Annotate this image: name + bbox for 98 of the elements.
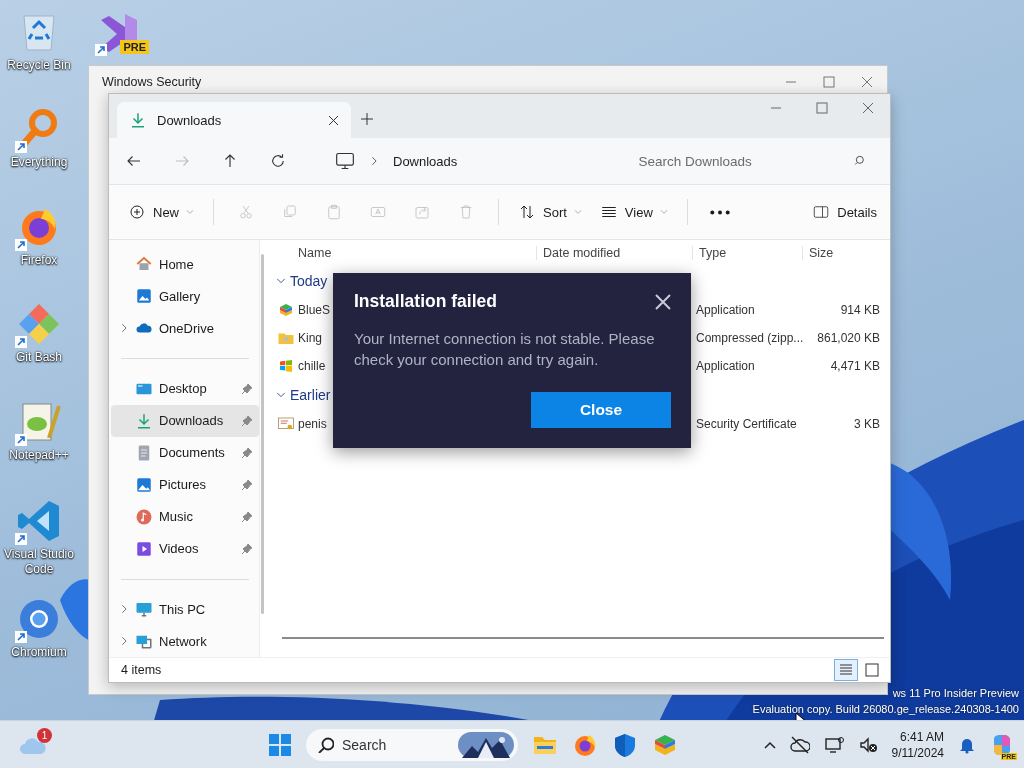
chevron-down-icon: [276, 276, 286, 286]
details-pane-icon: [812, 203, 831, 221]
search-icon: [318, 736, 334, 753]
chevron-down-icon: [276, 390, 286, 400]
pin-icon: [241, 542, 253, 555]
cloud-off-icon[interactable]: [789, 734, 810, 755]
chevron-right-icon: [369, 156, 379, 166]
file-name[interactable]: penis: [298, 417, 327, 431]
scissors-icon: [237, 203, 255, 221]
toolbar-button[interactable]: Details: [805, 195, 884, 229]
house-icon: [135, 255, 153, 273]
status-text: 4 items: [121, 663, 162, 677]
pin-icon: [241, 478, 253, 491]
sidebar-item[interactable]: OneDrive: [111, 312, 259, 344]
toolbar-button[interactable]: Sort: [511, 195, 589, 229]
column-header[interactable]: Name: [272, 246, 536, 260]
windows-flag-icon: [277, 357, 295, 375]
chevron-down-icon: [186, 208, 194, 216]
shield-icon[interactable]: [612, 731, 638, 758]
file-size: 4,471 KB: [829, 359, 881, 373]
sidebar-item[interactable]: Desktop: [111, 372, 259, 405]
file-type: Security Certificate: [695, 417, 798, 431]
time-text: 6:41 AM: [899, 728, 944, 745]
details-view-button[interactable]: [834, 659, 858, 681]
list-lines-icon: [838, 662, 854, 678]
new-tab-icon[interactable]: [361, 113, 373, 125]
pin-icon: [241, 414, 253, 427]
picture-icon: [135, 475, 153, 494]
file-name[interactable]: King: [298, 331, 323, 345]
column-header[interactable]: Date modified: [536, 246, 692, 260]
file-name[interactable]: chille: [298, 359, 326, 373]
music-note-icon: [135, 507, 153, 526]
clock[interactable]: 6:41 AM 9/11/2024: [891, 728, 944, 761]
toolbar-button[interactable]: New: [121, 195, 201, 229]
more-dots-icon: [708, 208, 731, 216]
breadcrumb-item[interactable]: Downloads: [393, 153, 458, 169]
sidebar-item[interactable]: Gallery: [111, 280, 259, 312]
speaker-muted-icon[interactable]: [857, 734, 878, 755]
sidebar-item[interactable]: Network: [111, 625, 259, 657]
file-name[interactable]: BlueS: [298, 303, 331, 317]
chevron-down-icon: [659, 208, 668, 216]
stacked-layers-icon: [277, 301, 295, 319]
sidebar-item[interactable]: Videos: [111, 532, 259, 565]
chevron-right-icon: [119, 636, 129, 646]
monitor-icon: [135, 600, 153, 618]
file-type: Compressed (zipp...: [695, 331, 805, 345]
close-icon[interactable]: [861, 76, 873, 88]
sort-arrows-icon: [518, 203, 536, 221]
sidebar-item[interactable]: Downloads: [111, 404, 259, 437]
file-size: 3 KB: [853, 417, 881, 431]
maximize-icon[interactable]: [823, 76, 835, 88]
download-arrow-icon: [135, 411, 153, 430]
search-field[interactable]: Search: [306, 728, 518, 761]
file-size: 914 KB: [839, 303, 881, 317]
maximize-icon[interactable]: [816, 102, 828, 114]
plus-circle-icon: [128, 203, 146, 221]
column-header[interactable]: Size: [802, 246, 884, 260]
dialog-message: Your Internet connection is not stable. Please check your connection and try again.: [354, 329, 656, 370]
chevron-right-icon: [119, 323, 129, 333]
date-text: 9/11/2024: [891, 744, 944, 761]
column-header[interactable]: Type: [692, 246, 802, 260]
watermark-text: ws 11 Pro Insider Preview: [892, 686, 1019, 701]
clipboard-icon: [325, 203, 343, 221]
pin-icon: [241, 382, 253, 395]
square-icon: [864, 662, 880, 678]
window-title: Windows Security: [102, 75, 203, 89]
video-icon: [135, 539, 153, 558]
sidebar-item[interactable]: Pictures: [111, 468, 259, 501]
file-type: Application: [695, 303, 756, 317]
dialog-title: Installation failed: [354, 291, 497, 312]
sidebar-item[interactable]: Documents: [111, 436, 259, 469]
scrollbar-thumb[interactable]: [260, 254, 264, 614]
notification-badge: 1: [37, 727, 52, 743]
monitor-icon[interactable]: [823, 734, 844, 755]
watermark-text: Evaluation copy. Build 26080.ge_release.240308-1400: [752, 702, 1019, 717]
close-icon[interactable]: [862, 102, 874, 114]
group-header[interactable]: Today: [272, 266, 328, 296]
group-header[interactable]: Earlier: [272, 380, 331, 410]
chevron-down-icon: [573, 208, 582, 216]
preview-badge: PRE: [120, 40, 149, 54]
file-size: 861,020 KB: [816, 331, 881, 345]
horizontal-scrollbar[interactable]: [282, 637, 884, 639]
sidebar-item[interactable]: Home: [111, 248, 259, 280]
chevron-right-icon: [119, 604, 129, 614]
refresh-icon[interactable]: [269, 152, 287, 170]
download-arrow-icon: [129, 111, 147, 129]
sidebar-item[interactable]: Music: [111, 500, 259, 533]
folder-tab[interactable]: Downloads: [117, 102, 351, 138]
sidebar-item[interactable]: This PC: [111, 593, 259, 625]
file-type: Application: [695, 359, 756, 373]
monitor-icon: [335, 151, 355, 171]
pin-icon: [241, 446, 253, 459]
gallery-icon: [135, 287, 153, 305]
toolbar-button[interactable]: View: [592, 195, 675, 229]
close-button[interactable]: Close: [531, 392, 671, 428]
pin-icon: [241, 510, 253, 523]
start-icon[interactable]: [268, 732, 292, 757]
close-tab-icon[interactable]: [328, 114, 339, 126]
